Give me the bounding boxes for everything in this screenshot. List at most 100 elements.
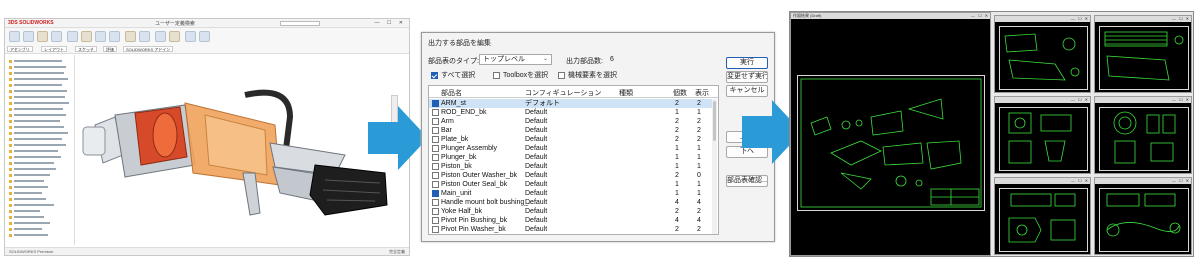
tree-item[interactable] [9, 125, 64, 129]
part-drawing-window[interactable]: — ☐ ✕ [1094, 96, 1192, 174]
column-header-config[interactable]: コンフィギュレーション [525, 88, 601, 98]
row-checkbox[interactable] [432, 154, 439, 161]
part-drawing-window[interactable]: — ☐ ✕ [994, 96, 1091, 174]
row-checkbox[interactable] [432, 109, 439, 116]
scroll-thumb[interactable] [713, 101, 716, 141]
table-row[interactable]: Yoke Half_bk Default 2 2 [429, 207, 713, 216]
table-row[interactable]: Plunger_bk Default 1 1 [429, 153, 713, 162]
table-row[interactable]: Piston Outer Washer_bk Default 2 0 [429, 171, 713, 180]
row-checkbox[interactable] [432, 163, 439, 170]
table-row[interactable]: Main_unit Default 1 1 [429, 189, 713, 198]
tree-item[interactable] [9, 59, 62, 63]
ribbon-button[interactable] [9, 31, 20, 42]
row-checkbox[interactable] [432, 181, 439, 188]
table-row[interactable]: Handle mount bolt bushing_... Default 4 4 [429, 198, 713, 207]
table-row[interactable]: Piston Outer Seal_bk Default 1 1 [429, 180, 713, 189]
tree-item[interactable] [9, 143, 66, 147]
column-header-name[interactable]: 部品名 [441, 88, 462, 98]
ribbon-button[interactable] [155, 31, 166, 42]
window-controls[interactable]: — ☐ ✕ [375, 20, 406, 26]
row-checkbox[interactable] [432, 199, 439, 206]
tree-item[interactable] [9, 137, 62, 141]
part-drawing-window[interactable]: — ☐ ✕ [994, 177, 1091, 255]
tree-item[interactable] [9, 233, 48, 237]
table-row[interactable]: Bar Default 2 2 [429, 126, 713, 135]
table-scrollbar[interactable] [712, 99, 717, 234]
row-checkbox[interactable] [432, 127, 439, 134]
tree-item[interactable] [9, 191, 42, 195]
ribbon-button[interactable] [67, 31, 78, 42]
ribbon-button[interactable] [23, 31, 34, 42]
execute-button[interactable]: 実行 [726, 57, 768, 69]
ribbon-button[interactable] [169, 31, 180, 42]
feature-tree[interactable] [5, 55, 75, 245]
ribbon-tab[interactable]: 評価 [103, 46, 117, 52]
table-row[interactable]: Plate_bk Default 2 2 [429, 135, 713, 144]
ribbon-button[interactable] [95, 31, 106, 42]
table-row[interactable]: Yoke Cylinder Default 1 1 [429, 234, 713, 235]
ribbon-button[interactable] [199, 31, 210, 42]
tree-item[interactable] [9, 131, 68, 135]
tree-item[interactable] [9, 107, 63, 111]
tree-item[interactable] [9, 83, 62, 87]
column-header-type[interactable]: 種類 [619, 88, 633, 98]
search-input[interactable] [280, 21, 320, 26]
ribbon-tab[interactable]: アセンブリ [7, 46, 33, 52]
column-header-show[interactable]: 表示 [695, 88, 709, 98]
tree-item[interactable] [9, 101, 69, 105]
part-drawing-window[interactable]: — ☐ ✕ [994, 15, 1091, 93]
column-header-qty[interactable]: 個数 [673, 88, 687, 98]
tree-item[interactable] [9, 221, 50, 225]
table-row[interactable]: ROD_END_bk Default 1 1 [429, 108, 713, 117]
ribbon-button[interactable] [139, 31, 150, 42]
row-checkbox[interactable] [432, 190, 439, 197]
row-checkbox[interactable] [432, 118, 439, 125]
ribbon-button[interactable] [125, 31, 136, 42]
tree-item[interactable] [9, 95, 65, 99]
tree-item[interactable] [9, 155, 61, 159]
tree-item[interactable] [9, 227, 42, 231]
tree-item[interactable] [9, 149, 58, 153]
ribbon-tab[interactable]: レイアウト [41, 46, 67, 52]
tree-item[interactable] [9, 209, 40, 213]
tree-item[interactable] [9, 161, 54, 165]
row-checkbox[interactable] [432, 172, 439, 179]
ribbon-button[interactable] [37, 31, 48, 42]
table-row[interactable]: ARM_st デフォルト 2 2 [429, 99, 713, 108]
tree-item[interactable] [9, 167, 56, 171]
tree-item[interactable] [9, 119, 60, 123]
parts-table[interactable]: 部品名 コンフィギュレーション 種類 個数 表示 ARM_st デフォルト 2 2 RO… [428, 85, 719, 235]
tree-item[interactable] [9, 215, 44, 219]
mech-element-checkbox[interactable]: 機械要素を選択 [558, 70, 617, 80]
model-viewport[interactable] [75, 55, 401, 245]
execute-unchanged-button[interactable]: 変更せず実行 [726, 71, 768, 83]
ribbon-button[interactable] [51, 31, 62, 42]
ribbon-button[interactable] [81, 31, 92, 42]
tree-item[interactable] [9, 113, 66, 117]
tree-item[interactable] [9, 185, 48, 189]
table-row[interactable]: Piston_bk Default 1 1 [429, 162, 713, 171]
table-row[interactable]: Arm Default 2 2 [429, 117, 713, 126]
tree-item[interactable] [9, 89, 67, 93]
tree-item[interactable] [9, 65, 66, 69]
ribbon-tab[interactable]: SOLIDWORKS アドイン [123, 46, 174, 52]
cancel-button[interactable]: キャンセル [726, 85, 768, 97]
row-checkbox[interactable] [432, 136, 439, 143]
bom-confirm-button[interactable]: 部品表確認... [726, 175, 768, 187]
part-drawing-window[interactable]: — ☐ ✕ [1094, 15, 1192, 93]
ribbon-tab[interactable]: スケッチ [75, 46, 97, 52]
row-checkbox[interactable] [432, 145, 439, 152]
main-drawing-window[interactable]: 作図結果 (Draft) — ☐ ✕ [790, 12, 991, 256]
table-row[interactable]: Plunger Assembly Default 1 1 [429, 144, 713, 153]
tree-item[interactable] [9, 203, 54, 207]
tree-item[interactable] [9, 197, 46, 201]
toolbox-checkbox[interactable]: Toolboxを選択 [493, 70, 548, 80]
tree-item[interactable] [9, 179, 44, 183]
bom-type-select[interactable]: トップレベル ⌄ [479, 54, 552, 65]
tree-item[interactable] [9, 77, 68, 81]
tree-item[interactable] [9, 71, 64, 75]
table-row[interactable]: Pivot Pin Bushing_bk Default 4 4 [429, 216, 713, 225]
row-checkbox[interactable] [432, 226, 439, 233]
ribbon-button[interactable] [185, 31, 196, 42]
tree-item[interactable] [9, 173, 50, 177]
